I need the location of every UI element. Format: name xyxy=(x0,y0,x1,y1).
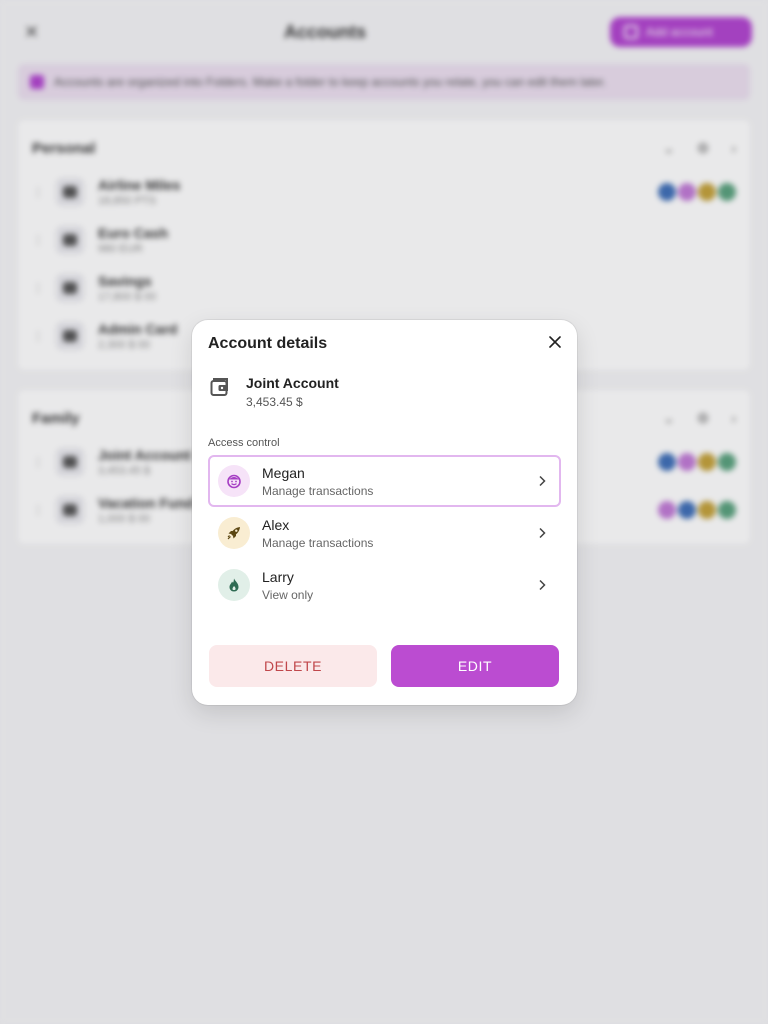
user-name: Larry xyxy=(262,568,294,585)
avatar xyxy=(218,517,250,549)
chevron-right-icon xyxy=(539,579,546,591)
edit-button[interactable]: EDIT xyxy=(391,645,559,687)
wallet-icon xyxy=(210,378,228,396)
user-role: View only xyxy=(262,587,314,602)
close-icon xyxy=(549,336,561,348)
user-name: Alex xyxy=(262,516,290,533)
dialog-title: Account details xyxy=(208,335,328,352)
user-name: Megan xyxy=(262,464,305,481)
user-row-larry[interactable]: Larry View only xyxy=(208,559,561,611)
delete-button[interactable]: DELETE xyxy=(209,645,377,687)
access-user-list: Megan Manage transactions Alex Manage tr… xyxy=(208,455,561,611)
avatar xyxy=(218,465,250,497)
chevron-right-icon xyxy=(539,475,546,487)
user-row-alex[interactable]: Alex Manage transactions xyxy=(208,507,561,559)
user-row-megan[interactable]: Megan Manage transactions xyxy=(208,455,561,507)
account-balance: 3,453.45 $ xyxy=(246,395,303,409)
account-name: Joint Account xyxy=(246,375,339,391)
close-button[interactable] xyxy=(547,334,563,350)
rocket-icon xyxy=(227,527,240,540)
chevron-right-icon xyxy=(539,527,546,539)
user-role: Manage transactions xyxy=(262,535,374,550)
smiley-icon xyxy=(227,474,241,489)
avatar xyxy=(218,569,250,601)
account-summary: Joint Account 3,453.45 $ xyxy=(210,375,339,409)
flame-icon xyxy=(229,578,239,592)
user-role: Manage transactions xyxy=(262,483,374,498)
account-details-dialog: Account details Joint Account 3,453.45 $… xyxy=(192,320,577,705)
access-control-label: Access control xyxy=(208,437,280,449)
